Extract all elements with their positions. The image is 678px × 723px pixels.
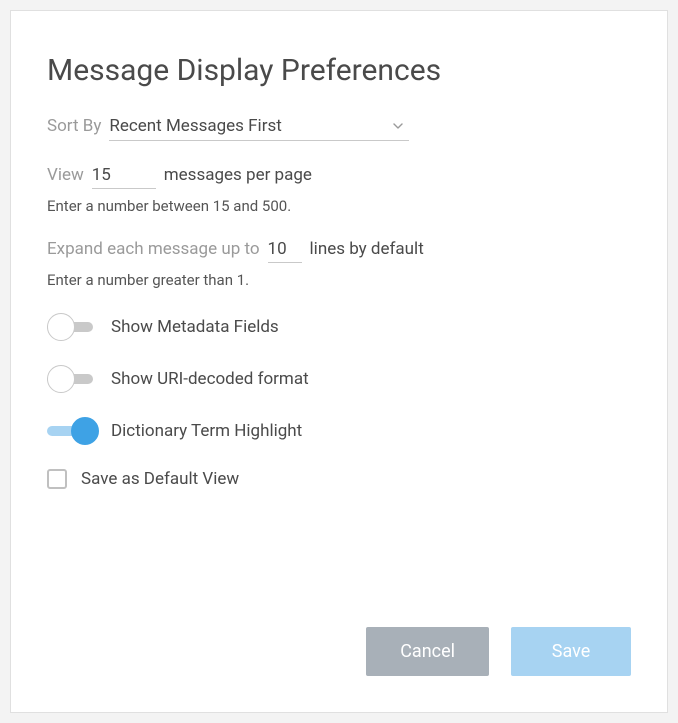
preferences-panel: Message Display Preferences Sort By Rece…: [10, 10, 668, 713]
expand-prefix: Expand each message up to: [47, 239, 260, 259]
messages-per-page-input[interactable]: [92, 165, 156, 189]
save-default-label: Save as Default View: [81, 469, 239, 489]
toggle-dictionary-row: Dictionary Term Highlight: [47, 417, 631, 445]
expand-row: Expand each message up to lines by defau…: [47, 239, 631, 263]
toggle-metadata-row: Show Metadata Fields: [47, 313, 631, 341]
save-default-row: Save as Default View: [47, 469, 631, 489]
cancel-button[interactable]: Cancel: [366, 627, 489, 676]
toggle-uri-label: Show URI-decoded format: [111, 369, 309, 389]
toggle-thumb: [71, 417, 99, 445]
view-label: View: [47, 165, 84, 185]
toggle-thumb: [47, 365, 75, 393]
page-title: Message Display Preferences: [47, 53, 631, 88]
view-suffix: messages per page: [164, 165, 312, 185]
sort-by-row: Sort By Recent Messages First: [47, 116, 631, 141]
expand-suffix: lines by default: [310, 239, 424, 259]
toggle-uri-row: Show URI-decoded format: [47, 365, 631, 393]
toggle-dictionary-label: Dictionary Term Highlight: [111, 421, 302, 441]
toggle-metadata[interactable]: [47, 313, 93, 341]
toggle-dictionary[interactable]: [47, 417, 93, 445]
expand-hint: Enter a number greater than 1.: [47, 271, 631, 289]
sort-by-value: Recent Messages First: [109, 116, 281, 136]
button-row: Cancel Save: [366, 627, 631, 676]
expand-lines-input[interactable]: [268, 239, 302, 263]
toggle-thumb: [47, 313, 75, 341]
view-hint: Enter a number between 15 and 500.: [47, 197, 631, 215]
sort-by-select[interactable]: Recent Messages First: [109, 116, 409, 141]
toggle-uri[interactable]: [47, 365, 93, 393]
view-row: View messages per page: [47, 165, 631, 189]
save-button[interactable]: Save: [511, 627, 631, 676]
sort-by-label: Sort By: [47, 116, 101, 136]
toggle-metadata-label: Show Metadata Fields: [111, 317, 279, 337]
save-default-checkbox[interactable]: [47, 469, 67, 489]
chevron-down-icon: [393, 123, 403, 129]
